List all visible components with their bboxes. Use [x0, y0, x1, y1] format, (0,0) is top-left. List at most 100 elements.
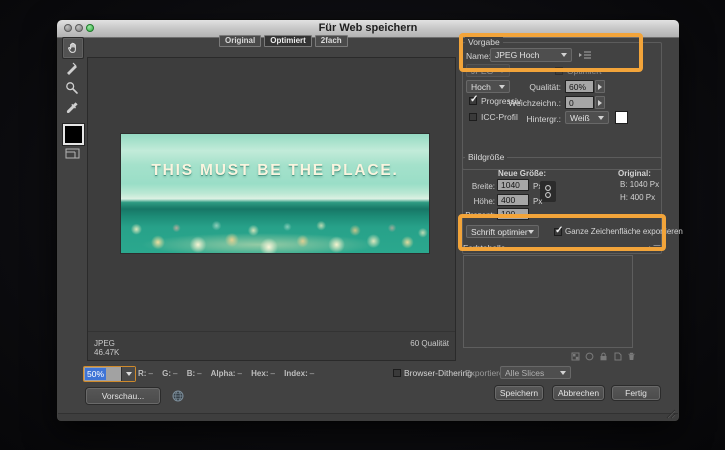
tab-optimiert[interactable]: Optimiert: [264, 35, 312, 47]
optimized-preview-panel[interactable]: THIS MUST BE THE PLACE. JPEG 46.47K 60 Q…: [87, 57, 456, 361]
quality-mode-value: Schrift optimiert: [471, 226, 528, 237]
color-table[interactable]: [463, 255, 633, 348]
readout-r-value: –: [148, 369, 153, 378]
percent-input[interactable]: 100: [497, 208, 529, 220]
width-label: Breite:: [471, 182, 495, 191]
farbtabelle-panel-menu-button[interactable]: [649, 244, 661, 252]
new-color-icon[interactable]: [613, 352, 622, 361]
readout-b-label: B:: [186, 369, 196, 378]
quality-input[interactable]: 60%: [565, 80, 594, 93]
quality-slider-button[interactable]: [595, 80, 605, 93]
tab-original[interactable]: Original: [219, 35, 262, 47]
export-artboard-checkbox[interactable]: ✓: [554, 225, 563, 236]
width-input[interactable]: 1040: [497, 179, 529, 191]
preview-in-browser-button[interactable]: [172, 390, 184, 402]
vorschau-button[interactable]: Vorschau...: [86, 388, 160, 404]
browser-dithering-label: Browser-Dithering: [404, 368, 473, 378]
toggle-slices-icon: [65, 148, 80, 159]
web-shift-icon[interactable]: [585, 352, 594, 361]
readout-alpha-value: –: [237, 369, 242, 378]
readout-g-label: G:: [162, 369, 172, 378]
speichern-button[interactable]: Speichern: [495, 386, 543, 400]
resize-grip[interactable]: [665, 408, 676, 419]
zoom-dropdown-arrow[interactable]: [121, 367, 135, 381]
foreground-color-swatch[interactable]: [63, 124, 84, 145]
window-title: Für Web speichern: [318, 22, 418, 34]
readout-g-value: –: [173, 369, 178, 378]
bildgroesse-group-label: Bildgröße: [465, 152, 508, 162]
blur-label: Weichzeichn.:: [508, 98, 561, 108]
height-unit: Px: [533, 197, 543, 206]
new-size-label: Neue Größe:: [498, 169, 547, 178]
preset-name-label: Name:: [466, 51, 492, 61]
farbtabelle-label: Farbtabelle: [463, 243, 506, 253]
height-input[interactable]: 400: [497, 194, 529, 206]
file-size-readout: 46.47K: [94, 348, 120, 357]
globe-icon: [172, 390, 184, 402]
readout-r-label: R:: [138, 369, 147, 378]
optimized-label: Optimiert: [567, 66, 602, 76]
resize-grip-icon: [666, 409, 676, 419]
dither-icon[interactable]: [571, 352, 580, 361]
format-select[interactable]: JPEG: [466, 64, 510, 77]
slice-select-icon: [67, 62, 77, 75]
exportieren-value: Alle Slices: [505, 367, 545, 378]
delete-color-icon[interactable]: [627, 352, 636, 361]
constrain-proportions-toggle[interactable]: [540, 181, 556, 202]
quality-readout: 60 Qualität: [410, 339, 449, 348]
matte-label: Hintergr.:: [526, 114, 562, 124]
slice-select-tool-button[interactable]: [65, 61, 79, 75]
quality-mode-select[interactable]: Schrift optimiert: [466, 225, 539, 238]
toggle-slices-button[interactable]: [65, 148, 80, 159]
browser-dithering-checkbox[interactable]: [393, 369, 401, 377]
matte-value: Weiß: [570, 112, 590, 123]
readout-hex-label: Hex:: [251, 369, 269, 378]
abbrechen-button[interactable]: Abbrechen: [553, 386, 604, 400]
zoom-icon: [66, 82, 78, 94]
blur-slider-button[interactable]: [595, 96, 605, 109]
eyedropper-tool-button[interactable]: [65, 101, 79, 115]
original-size-label: Original:: [618, 169, 651, 178]
original-width-readout: B: 1040 Px: [620, 180, 660, 189]
zoom-level-select[interactable]: 50%: [83, 366, 136, 382]
color-readout: R: – G: – B: – Alpha: – Hex: – Index: –: [138, 369, 321, 378]
original-height-readout: H: 400 Px: [620, 193, 656, 202]
panel-menu-icon: [649, 245, 661, 251]
percent-label: Prozent:: [465, 211, 495, 220]
titlebar[interactable]: Für Web speichern: [57, 20, 679, 38]
readout-alpha-label: Alpha:: [210, 369, 236, 378]
status-divider: [88, 331, 455, 332]
zoom-value: 50%: [85, 368, 107, 380]
window-footer: [58, 413, 678, 421]
preset-name-select[interactable]: JPEG Hoch: [490, 48, 572, 62]
readout-index-label: Index:: [284, 369, 308, 378]
panel-menu-icon: [579, 51, 591, 59]
height-label: Höhe:: [473, 197, 495, 206]
tab-2fach[interactable]: 2fach: [314, 35, 348, 47]
export-artboard-label: Ganze Zeichenfläche exportieren: [565, 227, 683, 236]
hand-tool-button[interactable]: [62, 37, 84, 59]
readout-hex-value: –: [270, 369, 275, 378]
color-table-actions: [571, 352, 636, 361]
hand-icon: [67, 42, 76, 53]
lock-color-icon[interactable]: [599, 352, 608, 361]
format-value: JPEG: [471, 65, 494, 76]
image-caption-text: THIS MUST BE THE PLACE.: [151, 162, 399, 179]
blur-input[interactable]: 0: [565, 96, 594, 109]
preview-tabs: Original Optimiert 2fach: [219, 35, 348, 47]
quality-label: Qualität:: [529, 82, 561, 92]
readout-index-value: –: [309, 369, 315, 378]
matte-select[interactable]: Weiß: [565, 111, 609, 124]
save-for-web-dialog: Für Web speichern Original Optimiert 2fa…: [57, 20, 683, 421]
zoom-tool-button[interactable]: [65, 81, 79, 95]
eyedropper-icon: [66, 102, 78, 114]
chain-link-icon: [545, 185, 551, 198]
preview-image[interactable]: THIS MUST BE THE PLACE.: [121, 134, 429, 253]
readout-b-value: –: [197, 369, 202, 378]
matte-color-swatch[interactable]: [615, 111, 628, 124]
optimized-checkbox[interactable]: [555, 67, 563, 75]
preset-panel-menu-button[interactable]: [578, 50, 592, 60]
vorgabe-group-label: Vorgabe: [465, 37, 503, 47]
exportieren-select[interactable]: Alle Slices: [500, 366, 571, 379]
fertig-button[interactable]: Fertig: [612, 386, 660, 400]
